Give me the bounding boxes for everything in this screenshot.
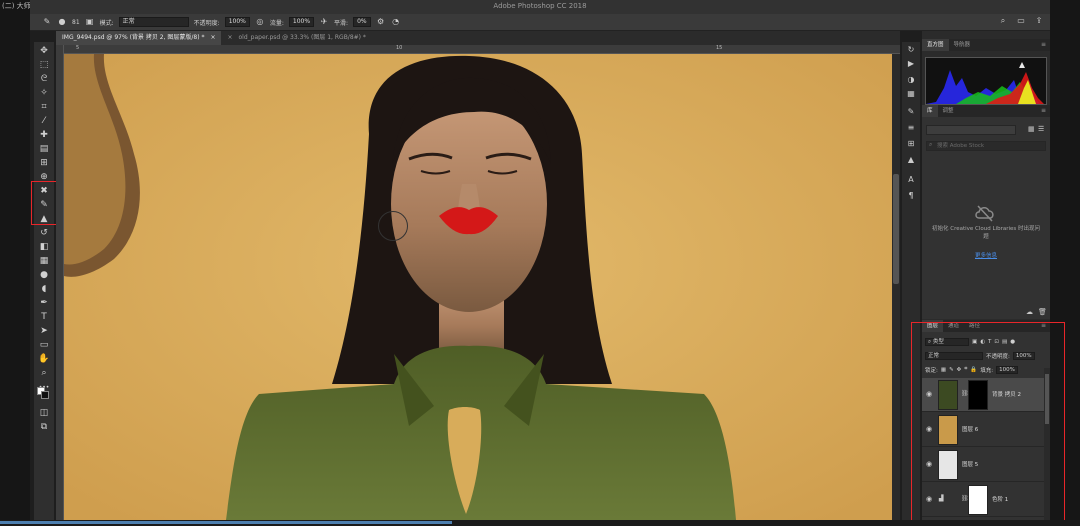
- tab-img-9494[interactable]: IMG_9494.psd @ 97% (背景 拷贝 2, 图层蒙版/8) * ×: [56, 31, 222, 45]
- stock-search-input[interactable]: 搜索 Adobe Stock: [926, 141, 1046, 151]
- character-panel-icon[interactable]: A: [902, 174, 920, 186]
- cloud-sync-icon[interactable]: ☁: [1026, 308, 1033, 316]
- paragraph-panel-icon[interactable]: ¶: [902, 190, 920, 202]
- eyedropper-tool-icon[interactable]: ⁄: [34, 116, 54, 127]
- close-icon[interactable]: ×: [227, 31, 232, 45]
- search-icon[interactable]: ⌕: [998, 16, 1008, 26]
- ruler-mark: 5: [76, 45, 80, 51]
- opacity-input[interactable]: 100%: [224, 17, 250, 27]
- tab-adjustments[interactable]: 调整: [938, 105, 959, 117]
- blur-tool-icon[interactable]: ●: [34, 270, 54, 281]
- tab-histogram[interactable]: 直方图: [922, 39, 949, 51]
- flow-input[interactable]: 100%: [288, 17, 315, 27]
- options-bar: ✎ ● 81 ▣ 模式: 正常 不透明度: 100% ◎ 流量: 100% ✈ …: [30, 14, 1050, 31]
- libraries-tabs: 库 调整 ≡: [922, 105, 1050, 117]
- ruler-mark: 10: [396, 45, 403, 51]
- smoothing-label: 平滑:: [334, 19, 349, 27]
- search-icon: ⌕: [929, 141, 933, 148]
- document-tabs: IMG_9494.psd @ 97% (背景 拷贝 2, 图层蒙版/8) * ×…: [56, 31, 900, 45]
- airbrush-icon[interactable]: ✈: [319, 17, 329, 27]
- lasso-tool-icon[interactable]: ᘓ: [34, 74, 54, 85]
- trash-icon[interactable]: 🗑: [1038, 308, 1047, 316]
- ruler-mark: 15: [716, 45, 723, 51]
- list-view-icon[interactable]: ☰: [1038, 125, 1044, 133]
- tab-label: IMG_9494.psd @ 97% (背景 拷贝 2, 图层蒙版/8) *: [62, 34, 205, 41]
- history-panel-icon[interactable]: ↻: [902, 44, 920, 56]
- video-progress-bar[interactable]: [0, 520, 1080, 526]
- brush-tool-icon[interactable]: ✎: [42, 17, 52, 27]
- color-panel-icon[interactable]: ◑: [902, 74, 920, 86]
- actions-panel-icon[interactable]: ▶: [902, 58, 920, 70]
- move-tool-icon[interactable]: ✥: [34, 46, 54, 57]
- dodge-tool-icon[interactable]: ◖: [34, 284, 54, 295]
- properties-panel-icon[interactable]: ⊞: [902, 138, 920, 150]
- layers-highlight-box: [911, 322, 1065, 521]
- rectangle-tool-icon[interactable]: ▭: [34, 340, 54, 351]
- swatches-panel-icon[interactable]: ▦: [902, 88, 920, 100]
- histogram-graph: [925, 57, 1047, 105]
- content-aware-icon[interactable]: ⊞: [34, 158, 54, 169]
- vertical-ruler: [56, 45, 64, 520]
- progress-fill: [0, 521, 452, 524]
- app-title: Adobe Photoshop CC 2018: [493, 2, 587, 10]
- close-icon[interactable]: ×: [210, 31, 215, 45]
- grid-view-icon[interactable]: ▦: [1028, 125, 1035, 133]
- tools-panel: ✥ ⬚ ᘓ ✧ ⌗ ⁄ ✚ ▤ ⊞ ⊕ ✖ ✎ ▲ ↺ ◧ ▦ ● ◖ ✒ T …: [34, 42, 54, 522]
- background-color-swatch[interactable]: [41, 391, 49, 399]
- hand-tool-icon[interactable]: ✋: [34, 354, 54, 365]
- brush-settings-icon[interactable]: ▣: [85, 17, 95, 27]
- mode-select[interactable]: 正常: [118, 17, 189, 27]
- brush-cursor: [378, 211, 408, 241]
- patch-tool-icon[interactable]: ▤: [34, 144, 54, 155]
- more-info-link[interactable]: 更多信息: [922, 251, 1050, 259]
- brush-size-value: 81: [72, 18, 80, 26]
- screen-mode-icon[interactable]: ⧉: [34, 422, 54, 433]
- tab-old-paper[interactable]: × old_paper.psd @ 33.3% (图层 1, RGB/8#) *: [221, 31, 371, 45]
- path-select-icon[interactable]: ➤: [34, 326, 54, 337]
- title-bar: Adobe Photoshop CC 2018: [30, 0, 1050, 14]
- horizontal-ruler: 5 10 15: [56, 45, 900, 54]
- tab-label: old_paper.psd @ 33.3% (图层 1, RGB/8#) *: [238, 34, 366, 41]
- document-canvas[interactable]: [64, 54, 892, 520]
- pen-tool-icon[interactable]: ✒: [34, 298, 54, 309]
- quick-select-tool-icon[interactable]: ✧: [34, 88, 54, 99]
- crop-tool-icon[interactable]: ⌗: [34, 102, 54, 113]
- library-select[interactable]: [926, 125, 1016, 135]
- vertical-scrollbar[interactable]: [892, 54, 900, 520]
- history-brush-icon[interactable]: ↺: [34, 228, 54, 239]
- tab-navigator[interactable]: 导航器: [949, 39, 976, 51]
- adjustments-panel-icon[interactable]: ≡: [902, 122, 920, 134]
- panel-menu-icon[interactable]: ≡: [1041, 105, 1046, 117]
- layout-icon[interactable]: ▭: [1016, 16, 1026, 26]
- flow-label: 流量:: [269, 19, 284, 27]
- gradient-tool-icon[interactable]: ▦: [34, 256, 54, 267]
- type-tool-icon[interactable]: T: [34, 312, 54, 323]
- brush-preset-picker[interactable]: ●: [57, 17, 67, 27]
- libraries-error-message: 初始化 Creative Cloud Libraries 时出现问题: [931, 226, 1041, 240]
- quick-mask-icon[interactable]: ◫: [34, 408, 54, 419]
- photo-artwork: [64, 54, 892, 520]
- libraries-panel: 库 调整 ≡ ▦ ☰ 搜索 Adobe Stock ⌕ 初始化 Creative…: [922, 105, 1050, 319]
- share-icon[interactable]: ⇪: [1034, 16, 1044, 26]
- healing-brush-icon[interactable]: ✚: [34, 130, 54, 141]
- panel-menu-icon[interactable]: ≡: [1041, 39, 1046, 51]
- scroll-thumb[interactable]: [893, 174, 899, 284]
- zoom-tool-icon[interactable]: ⌕: [34, 368, 54, 379]
- pressure-icon[interactable]: ◎: [255, 17, 265, 27]
- opacity-label: 不透明度:: [193, 19, 220, 27]
- histogram-tabs: 直方图 导航器 ≡: [922, 39, 1050, 51]
- gear-icon[interactable]: ⚙: [376, 17, 386, 27]
- mode-label: 模式:: [99, 19, 114, 27]
- creative-cloud-icon: [975, 205, 994, 222]
- tab-libraries[interactable]: 库: [922, 105, 938, 117]
- brush-panel-icon[interactable]: ✎: [902, 106, 920, 118]
- pressure-size-icon[interactable]: ◔: [391, 17, 401, 27]
- smoothing-input[interactable]: 0%: [353, 17, 371, 27]
- eraser-tool-icon[interactable]: ◧: [34, 242, 54, 253]
- clone-source-panel-icon[interactable]: ▲: [902, 154, 920, 166]
- left-gutter: (二) 大师调色详解: [0, 0, 59, 526]
- marquee-tool-icon[interactable]: ⬚: [34, 60, 54, 71]
